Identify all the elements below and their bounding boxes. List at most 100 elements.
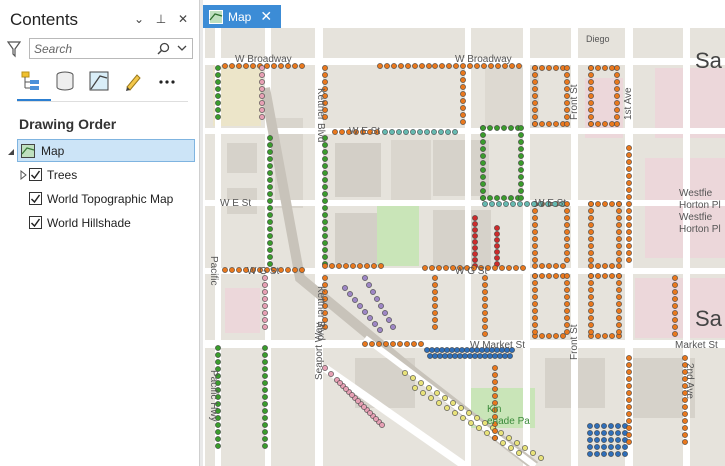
tree-point [322, 205, 328, 211]
more-options-button[interactable] [156, 70, 178, 92]
filter-icon[interactable] [7, 40, 21, 58]
tree-point [518, 167, 524, 173]
layer-row-world-topographic-map[interactable]: World Topographic Map [29, 187, 173, 210]
tree-point [262, 401, 268, 407]
tree-point [427, 353, 433, 359]
layer-row-world-hillshade[interactable]: World Hillshade [29, 211, 131, 234]
layer-row-trees[interactable]: Trees [29, 163, 77, 186]
tree-point [460, 91, 466, 97]
tree-point [513, 265, 519, 271]
tree-point [595, 333, 601, 339]
tree-point [601, 423, 607, 429]
tree-point [267, 135, 273, 141]
tree-point [262, 324, 268, 330]
toolbar-divider [17, 101, 188, 102]
tree-point [614, 72, 620, 78]
tree-point [472, 353, 478, 359]
list-by-selection-button[interactable] [88, 70, 110, 92]
chevron-down-icon[interactable] [177, 43, 187, 53]
tree-point [608, 430, 614, 436]
tree-point [267, 198, 273, 204]
tree-point [259, 79, 265, 85]
tree-point [405, 63, 411, 69]
tree-point [322, 142, 328, 148]
tree-point [366, 282, 372, 288]
tree-point [322, 184, 328, 190]
layer-label: World Hillshade [47, 215, 131, 230]
tree-point [429, 265, 435, 271]
tree-point [518, 188, 524, 194]
layer-row-map[interactable]: Map [17, 139, 195, 162]
pin-icon[interactable]: ⊥ [155, 12, 167, 26]
tree-point [362, 275, 368, 281]
tree-point [532, 86, 538, 92]
close-icon[interactable]: ✕ [177, 12, 189, 26]
visibility-checkbox[interactable] [29, 216, 42, 229]
tree-point [452, 353, 458, 359]
street-label: W Market St [470, 340, 525, 351]
tree-point [518, 153, 524, 159]
tree-point [466, 410, 472, 416]
list-by-data-source-button[interactable] [54, 70, 76, 92]
expand-caret-icon[interactable] [19, 170, 29, 180]
search-box[interactable] [29, 38, 193, 59]
list-by-drawing-order-button[interactable] [20, 70, 42, 92]
tree-point [420, 390, 426, 396]
park [377, 206, 419, 266]
tree-point [564, 243, 570, 249]
tree-point [379, 422, 385, 428]
tree-point [432, 310, 438, 316]
tree-point [215, 107, 221, 113]
tree-point [506, 435, 512, 441]
tree-point [588, 222, 594, 228]
tree-point [474, 415, 480, 421]
tree-point [434, 390, 440, 396]
tree-point [516, 63, 522, 69]
tab-map[interactable]: Map ✕ [203, 5, 281, 28]
tree-point [626, 236, 632, 242]
tree-point [553, 65, 559, 71]
tree-point [514, 440, 520, 446]
tree-point [386, 317, 392, 323]
visibility-checkbox[interactable] [29, 192, 42, 205]
tree-point [494, 195, 500, 201]
tree-point [410, 129, 416, 135]
tree-point [601, 444, 607, 450]
tree-point [546, 333, 552, 339]
close-icon[interactable]: ✕ [260, 8, 272, 25]
tree-point [482, 201, 488, 207]
search-input[interactable] [34, 40, 150, 57]
tree-point [262, 394, 268, 400]
tree-point [508, 125, 514, 131]
tree-point [442, 353, 448, 359]
tree-point [588, 257, 594, 263]
search-icon[interactable] [157, 42, 170, 55]
collapse-caret-icon[interactable] [6, 147, 16, 157]
map-canvas[interactable]: W Broadway W Broadway W E St W E St W E … [205, 28, 725, 466]
tree-point [215, 65, 221, 71]
tree-point [262, 310, 268, 316]
visibility-checkbox[interactable] [29, 168, 42, 181]
tree-point [564, 208, 570, 214]
map-view-pane: Map ✕ W Broadway W Broadway W E St W E S… [203, 0, 725, 466]
tree-point [378, 303, 384, 309]
tree-point [262, 352, 268, 358]
tree-point [672, 282, 678, 288]
chevron-down-icon[interactable]: ⌄ [133, 12, 145, 26]
tree-point [347, 291, 353, 297]
tree-point [262, 429, 268, 435]
tree-point [215, 72, 221, 78]
list-by-editing-button[interactable] [122, 70, 144, 92]
tree-point [518, 160, 524, 166]
tree-point [532, 222, 538, 228]
tree-point [564, 294, 570, 300]
tree-point [564, 79, 570, 85]
tree-point [672, 324, 678, 330]
tree-point [480, 132, 486, 138]
tree-point [411, 341, 417, 347]
tree-point [322, 177, 328, 183]
tree-point [299, 63, 305, 69]
tree-point [267, 177, 273, 183]
tree-point [672, 289, 678, 295]
tree-point [472, 245, 478, 251]
